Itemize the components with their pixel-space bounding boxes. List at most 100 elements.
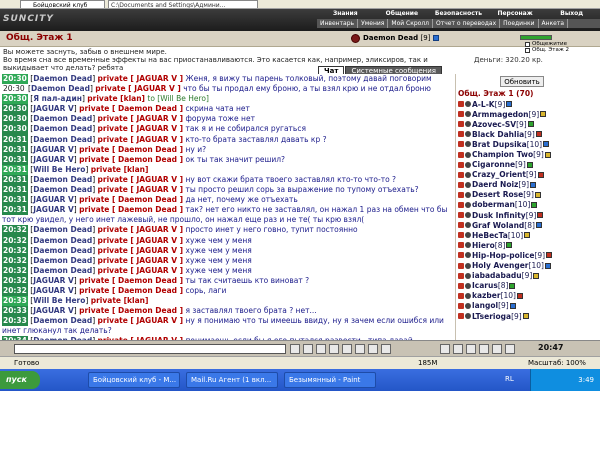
private-icon[interactable] (458, 201, 464, 208)
message-private-target[interactable]: private [klan] (91, 165, 149, 174)
player-row[interactable]: kazber [10] (456, 291, 600, 301)
player-list-name[interactable]: Cigaronne (472, 160, 515, 169)
message-private-target[interactable]: private [ JAGUAR V ] (98, 316, 184, 325)
message-private-target[interactable]: private [ JAGUAR V ] (98, 256, 184, 265)
player-row[interactable]: Crazy_Orient [9] (456, 170, 600, 180)
book-icon[interactable] (479, 344, 489, 354)
message-sender[interactable]: Я пал-адин (33, 94, 82, 103)
message-private-target[interactable]: private [klan] (91, 296, 149, 305)
message-private-target[interactable]: private [ JAGUAR V ] (98, 124, 184, 133)
player-list-name[interactable]: Hiero (472, 241, 495, 250)
player-row[interactable]: Desert Rose [9] (456, 190, 600, 200)
message-private-target[interactable]: private [ JAGUAR V ] (98, 175, 184, 184)
message-sender[interactable]: Daemon Dead (33, 236, 92, 245)
message-private-target[interactable]: private [ JAGUAR V ] (98, 74, 184, 83)
message-private-target[interactable]: private [ JAGUAR V ] (98, 225, 184, 234)
info-icon[interactable] (522, 313, 529, 320)
message-sender[interactable]: Daemon Dead (33, 266, 92, 275)
message-sender[interactable]: Daemon Dead (33, 316, 92, 325)
clear-icon[interactable] (316, 344, 326, 354)
submenu-profile[interactable]: Анкета (539, 19, 569, 28)
mail-icon[interactable] (453, 344, 463, 354)
help-icon[interactable] (505, 344, 515, 354)
player-list-name[interactable]: HeBecTa (472, 231, 508, 240)
player-row[interactable]: doberman [10] (456, 200, 600, 210)
message-sender[interactable]: JAGUAR V (33, 195, 74, 204)
chat-log[interactable]: 20:30 [Daemon Dead] private [ JAGUAR V ]… (0, 74, 455, 340)
private-icon[interactable] (458, 292, 464, 299)
info-icon[interactable] (533, 272, 540, 279)
group-icon[interactable] (466, 344, 476, 354)
player-list-name[interactable]: Dusk Infinity (472, 211, 526, 220)
info-icon[interactable] (506, 101, 513, 108)
private-icon[interactable] (458, 191, 464, 198)
player-list-name[interactable]: Daerd Noiz (472, 180, 518, 189)
message-private-target[interactable]: private [ Daemon Dead ] (79, 205, 183, 214)
info-icon[interactable] (535, 222, 542, 229)
message-sender[interactable]: Daemon Dead (33, 114, 92, 123)
scroll-icon[interactable] (381, 344, 391, 354)
player-row[interactable]: HeBecTa [10] (456, 230, 600, 240)
menu-security[interactable]: Безопасность (430, 10, 487, 18)
settings-icon[interactable] (355, 344, 365, 354)
private-icon[interactable] (458, 242, 464, 249)
message-sender[interactable]: JAGUAR V (33, 205, 74, 214)
submenu-transfers[interactable]: Отчет о переводах (433, 19, 501, 28)
message-sender[interactable]: JAGUAR V (33, 145, 74, 154)
player-list-name[interactable]: langol (472, 301, 498, 310)
message-private-target[interactable]: private [ JAGUAR V ] (98, 185, 184, 194)
message-private-target[interactable]: private [ Daemon Dead ] (79, 145, 183, 154)
message-private-target[interactable]: private [ Daemon Dead ] (79, 155, 183, 164)
player-list-name[interactable]: Hip-Hop-police (472, 251, 534, 260)
private-icon[interactable] (458, 302, 464, 309)
refresh-button[interactable]: Обновить (500, 76, 544, 87)
menu-knowledge[interactable]: Знания (317, 10, 374, 18)
player-row[interactable]: Azovec-SV [9] (456, 119, 600, 129)
message-private-target[interactable]: private [ Daemon Dead ] (79, 286, 183, 295)
player-list-name[interactable]: Desert Rose (472, 190, 523, 199)
private-icon[interactable] (458, 212, 464, 219)
submenu-scroll[interactable]: Мой Скролл (388, 19, 434, 28)
private-icon[interactable] (458, 151, 464, 158)
player-row[interactable]: Brat Dupsika [10] (456, 139, 600, 149)
private-icon[interactable] (458, 171, 464, 178)
message-private-target[interactable]: private [ Daemon Dead ] (79, 104, 183, 113)
menu-exit[interactable]: Выход (543, 10, 600, 18)
player-row[interactable]: Dusk Infinity [9] (456, 210, 600, 220)
info-icon[interactable] (509, 282, 516, 289)
info-icon[interactable] (506, 242, 513, 249)
message-sender[interactable]: JAGUAR V (33, 155, 74, 164)
zoom-level[interactable]: Масштаб: 100% (528, 357, 586, 369)
message-private-target[interactable]: private [ JAGUAR V ] (98, 114, 184, 123)
info-icon[interactable] (540, 111, 547, 118)
player-row[interactable]: Graf Woland [8] (456, 220, 600, 230)
player-row[interactable]: iabadabadu [9] (456, 271, 600, 281)
player-list-name[interactable]: A-L-K (472, 100, 495, 109)
browser-tab[interactable]: Бойцовский клуб (20, 0, 105, 8)
message-private-target[interactable]: private [ Daemon Dead ] (79, 306, 183, 315)
task-mail-agent[interactable]: Mail.Ru Агент (1 вкл... (186, 372, 278, 388)
message-sender[interactable]: Daemon Dead (33, 225, 92, 234)
message-private-target[interactable]: private [ JAGUAR V ] (98, 266, 184, 275)
map-icon[interactable] (492, 344, 502, 354)
info-icon[interactable] (526, 161, 533, 168)
player-row[interactable]: Hiero [8] (456, 240, 600, 250)
player-list-name[interactable]: LTserioga (472, 312, 511, 321)
info-icon[interactable] (544, 262, 551, 269)
player-list-name[interactable]: Icarus (472, 281, 498, 290)
player-row[interactable]: Champion Two [9] (456, 149, 600, 159)
info-icon[interactable] (546, 252, 553, 259)
private-icon[interactable] (458, 101, 464, 108)
private-icon[interactable] (458, 252, 464, 259)
message-private-target[interactable]: private [ Daemon Dead ] (79, 276, 183, 285)
player-list-name[interactable]: Holy Avenger (472, 261, 529, 270)
private-icon[interactable] (458, 131, 464, 138)
message-sender[interactable]: Will Be Hero (33, 165, 85, 174)
info-icon[interactable] (531, 201, 538, 208)
private-icon[interactable] (458, 262, 464, 269)
message-private-target[interactable]: private [klan] (87, 94, 145, 103)
player-list-name[interactable]: Azovec-SV (472, 120, 516, 129)
filter-icon[interactable] (303, 344, 313, 354)
info-icon[interactable] (535, 131, 542, 138)
smiley-icon[interactable] (290, 344, 300, 354)
